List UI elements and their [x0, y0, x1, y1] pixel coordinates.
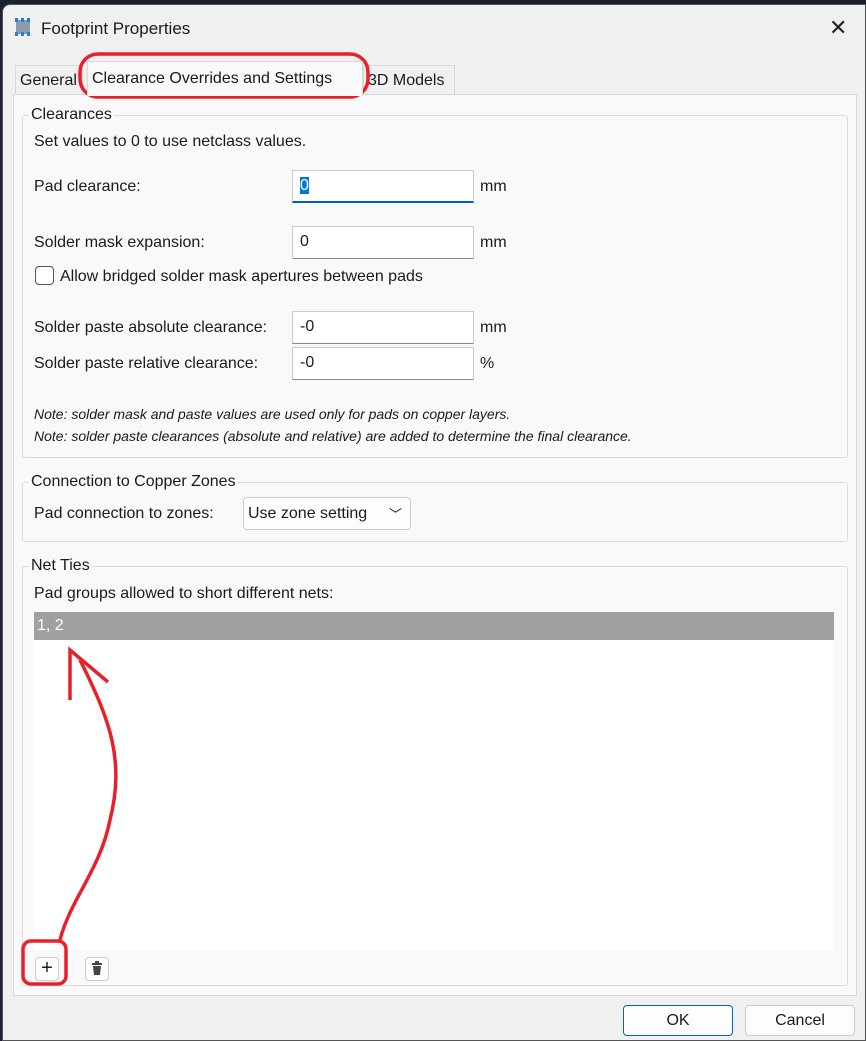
clearances-title: Clearances	[29, 106, 114, 124]
pad-clearance-unit: mm	[480, 178, 507, 195]
zone-connection-value: Use zone setting	[248, 505, 368, 522]
net-tie-row[interactable]: 1, 2	[34, 612, 834, 640]
paste-rel-unit: %	[480, 355, 495, 372]
zones-label: Pad connection to zones:	[34, 505, 214, 522]
note-1: Note: solder mask and paste values are u…	[34, 406, 511, 422]
chevron-down-icon: ﹀	[388, 507, 402, 522]
net-ties-list[interactable]: 1, 2	[34, 612, 834, 950]
tab-clearance-overrides[interactable]: Clearance Overrides and Settings	[87, 61, 363, 96]
tab-general[interactable]: General	[15, 65, 83, 96]
footprint-icon	[15, 18, 30, 36]
note-2: Note: solder paste clearances (absolute …	[34, 428, 632, 444]
solder-mask-label: Solder mask expansion:	[34, 234, 205, 251]
paste-rel-label: Solder paste relative clearance:	[34, 355, 259, 372]
ok-button[interactable]: OK	[623, 1005, 733, 1036]
close-icon[interactable]: ✕	[829, 15, 847, 41]
bridged-checkbox-label[interactable]: Allow bridged solder mask apertures betw…	[60, 268, 423, 286]
pad-clearance-label: Pad clearance:	[34, 178, 141, 195]
zone-connection-dropdown[interactable]: Use zone setting ﹀	[243, 497, 411, 530]
plus-icon[interactable]: +	[35, 957, 59, 981]
bridged-checkbox[interactable]	[35, 266, 54, 285]
zones-title: Connection to Copper Zones	[29, 473, 238, 491]
trash-icon[interactable]	[85, 957, 109, 981]
window-title: Footprint Properties	[41, 19, 191, 38]
net-ties-label: Pad groups allowed to short different ne…	[34, 585, 334, 602]
solder-mask-input[interactable]: 0	[292, 226, 474, 259]
footprint-properties-dialog: Footprint Properties ✕ General Clearance…	[2, 4, 866, 1041]
clearances-hint: Set values to 0 to use netclass values.	[34, 133, 307, 150]
paste-rel-input[interactable]: -0	[292, 347, 474, 380]
cancel-button[interactable]: Cancel	[745, 1005, 855, 1036]
tab-panel: Clearances Set values to 0 to use netcla…	[13, 94, 857, 996]
net-ties-title: Net Ties	[29, 557, 92, 575]
solder-mask-unit: mm	[480, 234, 507, 251]
paste-abs-unit: mm	[480, 319, 507, 336]
tab-3d-models[interactable]: 3D Models	[363, 65, 455, 96]
paste-abs-input[interactable]: -0	[292, 311, 474, 344]
pad-clearance-value: 0	[300, 177, 309, 194]
pad-clearance-input[interactable]: 0	[292, 170, 474, 203]
paste-abs-label: Solder paste absolute clearance:	[34, 319, 268, 336]
